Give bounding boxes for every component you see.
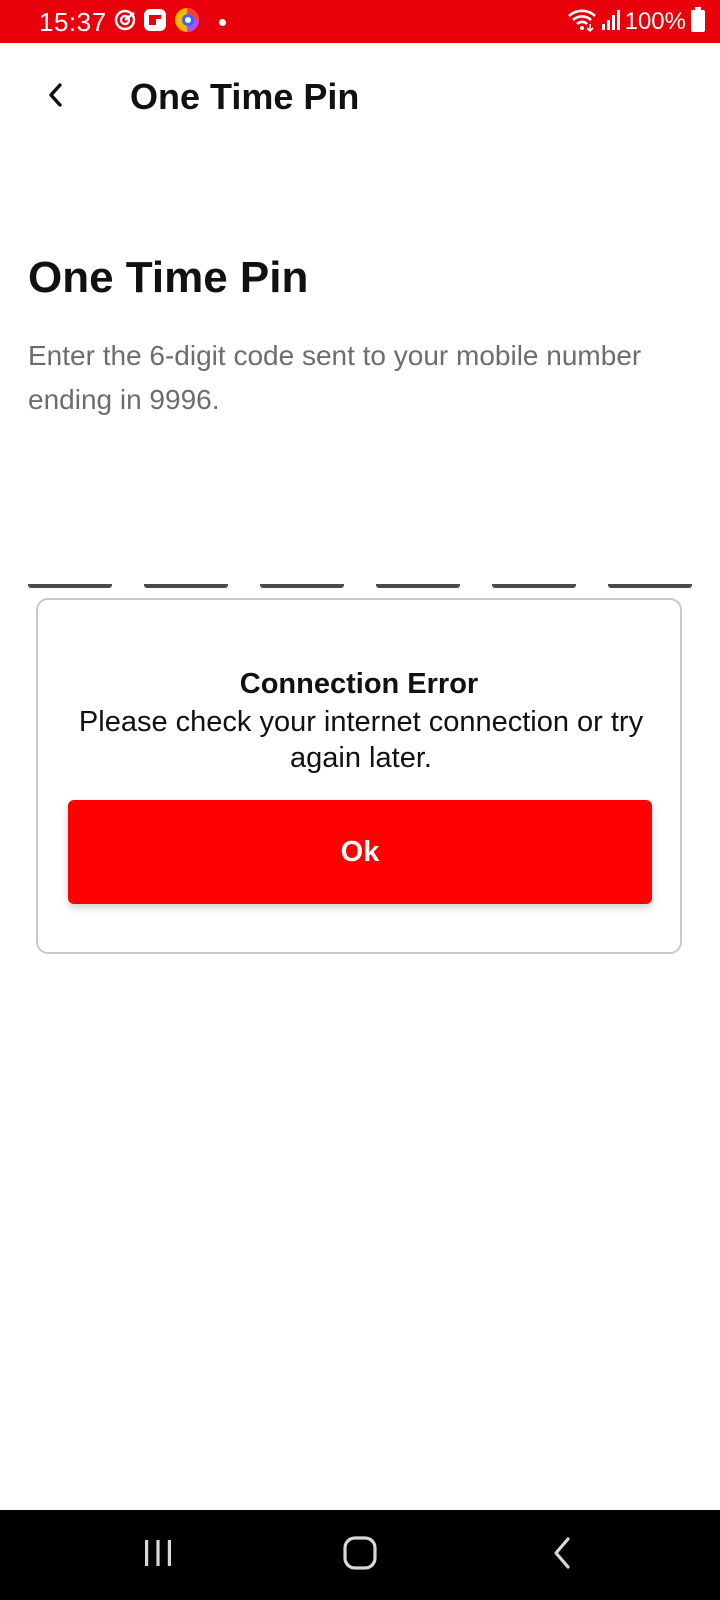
flipboard-icon bbox=[143, 8, 167, 37]
connection-error-dialog: Connection Error Please check your inter… bbox=[36, 598, 682, 954]
status-notification-icons bbox=[114, 7, 226, 38]
otp-digit-2[interactable] bbox=[144, 520, 228, 588]
target-icon bbox=[114, 9, 136, 36]
signal-icon bbox=[601, 9, 621, 36]
chevron-left-icon bbox=[44, 81, 68, 114]
notification-dot bbox=[219, 18, 226, 26]
otp-digit-3[interactable] bbox=[260, 520, 344, 588]
otp-digit-6[interactable] bbox=[608, 520, 692, 588]
dialog-message: Please check your internet connection or… bbox=[78, 706, 644, 774]
app-bar-title: One Time Pin bbox=[130, 76, 360, 117]
nav-back-button[interactable] bbox=[532, 1530, 592, 1580]
otp-digit-1[interactable] bbox=[28, 520, 112, 588]
dialog-title: Connection Error bbox=[239, 668, 479, 700]
otp-digit-5[interactable] bbox=[492, 520, 576, 588]
battery-icon bbox=[690, 6, 706, 38]
recents-button[interactable] bbox=[128, 1530, 188, 1580]
system-nav-bar bbox=[0, 1510, 720, 1600]
browser-icon bbox=[174, 7, 200, 38]
battery-percentage: 100% bbox=[624, 8, 686, 35]
page-instruction: Enter the 6-digit code sent to your mobi… bbox=[28, 340, 642, 415]
wifi-icon bbox=[567, 8, 597, 37]
back-icon bbox=[549, 1535, 575, 1576]
ok-button[interactable]: Ok bbox=[68, 800, 652, 904]
home-icon bbox=[342, 1535, 378, 1576]
status-time: 15:37 bbox=[39, 7, 107, 37]
status-bar: 15:37 100% bbox=[0, 0, 720, 43]
recents-icon bbox=[141, 1537, 175, 1574]
home-button[interactable] bbox=[330, 1530, 390, 1580]
otp-input-row bbox=[28, 520, 692, 588]
status-system-icons: 100% bbox=[567, 6, 706, 38]
otp-digit-4[interactable] bbox=[376, 520, 460, 588]
page-heading: One Time Pin bbox=[28, 253, 309, 302]
back-button[interactable] bbox=[32, 73, 80, 121]
app-bar: One Time Pin bbox=[0, 43, 720, 153]
